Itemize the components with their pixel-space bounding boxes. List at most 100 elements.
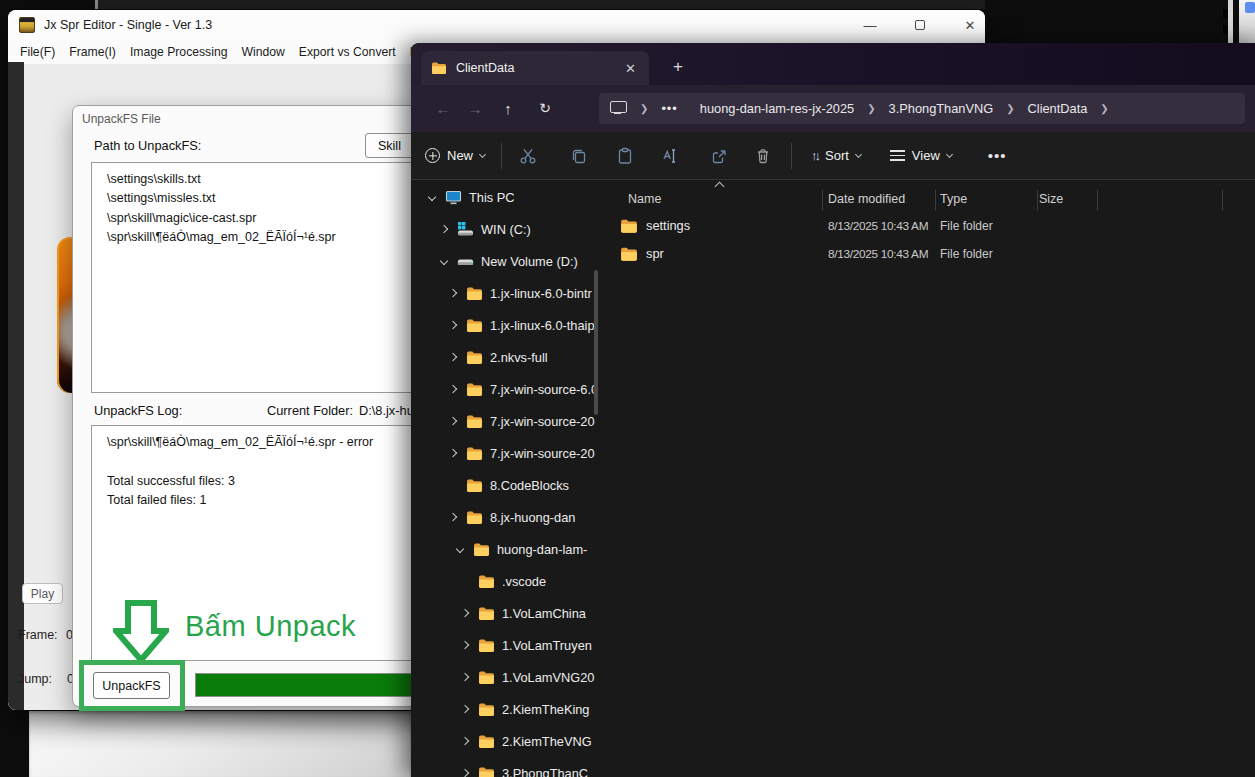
play-button[interactable]: Play — [22, 583, 63, 604]
jx-app-icon — [19, 17, 35, 33]
sidebar-item-label: 2.KiemTheKing — [502, 702, 590, 717]
chevron-right-icon[interactable] — [449, 385, 457, 393]
folder-icon — [478, 669, 495, 686]
desktop-top-strip — [97, 0, 985, 9]
chevron-down-icon[interactable] — [440, 257, 448, 265]
sidebar-item-2-kiemtheking[interactable]: 2.KiemTheKing — [411, 693, 604, 725]
sidebar-item-8-jx-huong-dan[interactable]: 8.jx-huong-dan — [411, 501, 604, 533]
sidebar-item-7-jx-win-source-6-0[interactable]: 7.jx-win-source-6.0 — [411, 373, 604, 405]
chevron-right-icon[interactable] — [449, 321, 457, 329]
sidebar-item-7-jx-win-source-20[interactable]: 7.jx-win-source-20 — [411, 437, 604, 469]
column-name[interactable]: Name — [628, 192, 661, 206]
menu-item[interactable]: Image Processing — [123, 45, 235, 59]
sidebar-item-3-phongthanc[interactable]: 3.PhongThanC — [411, 757, 604, 777]
sidebar-item-new-volume-d-[interactable]: New Volume (D:) — [411, 245, 604, 277]
chevron-right-icon[interactable] — [449, 417, 457, 425]
dialog-title: UnpackFS File — [82, 112, 161, 126]
rename-icon[interactable] — [659, 146, 679, 166]
chevron-right-icon[interactable] — [461, 609, 469, 617]
path-list-textarea[interactable]: \settings\skills.txt\settings\missles.tx… — [91, 162, 427, 393]
share-icon[interactable] — [709, 146, 729, 166]
pc-icon — [445, 189, 462, 206]
text-line: \spr\skill\magic\ice-cast.spr — [107, 209, 411, 228]
view-icon — [890, 150, 905, 160]
column-date[interactable]: Date modified — [828, 192, 905, 206]
menu-item[interactable]: Window — [234, 45, 291, 59]
refresh-button[interactable]: ↻ — [534, 97, 556, 119]
cut-icon[interactable] — [518, 146, 538, 166]
sidebar-item-huong-dan-lam-[interactable]: huong-dan-lam- — [411, 533, 604, 565]
back-button[interactable]: ← — [432, 97, 454, 119]
sidebar-item-1-jx-linux-6-0-bintr[interactable]: 1.jx-linux-6.0-bintr — [411, 277, 604, 309]
copy-icon[interactable] — [569, 146, 589, 166]
sidebar-item-win-c-[interactable]: WIN (C:) — [411, 213, 604, 245]
sidebar-item-label: 2.nkvs-full — [490, 350, 548, 365]
chevron-right-icon[interactable] — [449, 353, 457, 361]
chevron-right-icon[interactable] — [461, 673, 469, 681]
sidebar-item-2-nkvs-full[interactable]: 2.nkvs-full — [411, 341, 604, 373]
chevron-down-icon[interactable] — [428, 193, 436, 201]
sidebar-item-label: 3.PhongThanC — [502, 766, 588, 777]
sidebar-item-8-codeblocks[interactable]: 8.CodeBlocks — [411, 469, 604, 501]
explorer-file-pane: Name Date modified Type Size settings8/1… — [604, 180, 1255, 777]
column-header-row: Name Date modified Type Size — [604, 183, 1255, 211]
breadcrumb-item[interactable]: 3.PhongThanVNG — [889, 101, 994, 116]
menu-item[interactable]: Frame(I) — [62, 45, 123, 59]
tab-close-icon[interactable]: ✕ — [622, 61, 639, 76]
breadcrumb-chevron-icon: ❯ — [993, 103, 1027, 114]
folder-icon — [466, 285, 483, 302]
breadcrumb-item[interactable]: huong-dan-lam-res-jx-2025 — [700, 101, 854, 116]
file-row[interactable]: settings8/13/2025 10:43 AMFile folder — [604, 212, 1255, 240]
plus-icon — [425, 148, 440, 163]
minimize-button[interactable]: — — [848, 10, 892, 40]
menu-item[interactable]: File(F) — [13, 45, 62, 59]
chevron-right-icon[interactable] — [461, 737, 469, 745]
chevron-right-icon[interactable] — [449, 449, 457, 457]
new-tab-button[interactable]: + — [664, 53, 692, 81]
breadcrumb-bar[interactable]: ❯ ••• huong-dan-lam-res-jx-2025❯3.PhongT… — [599, 93, 1245, 124]
chevron-right-icon[interactable] — [449, 289, 457, 297]
jx-titlebar: Jx Spr Editor - Single - Ver 1.3 — ✕ — [8, 10, 985, 40]
sidebar-item-label: 1.VoLamChina — [502, 606, 586, 621]
chevron-right-icon[interactable] — [449, 513, 457, 521]
folder-icon — [620, 217, 638, 235]
column-type[interactable]: Type — [940, 192, 967, 206]
sidebar-item-1-volamchina[interactable]: 1.VoLamChina — [411, 597, 604, 629]
breadcrumb-item[interactable]: ClientData — [1028, 101, 1088, 116]
jump-label: Jump: — [18, 672, 52, 686]
breadcrumb-ellipsis[interactable]: ••• — [661, 101, 677, 116]
more-options-button[interactable]: ••• — [988, 147, 1007, 164]
breadcrumb-chevron-icon: ❯ — [854, 103, 888, 114]
sort-button[interactable]: ↑↓ Sort — [811, 148, 861, 163]
sidebar-item-1-volamtruyen[interactable]: 1.VoLamTruyen — [411, 629, 604, 661]
sidebar-item-7-jx-win-source-20[interactable]: 7.jx-win-source-20 — [411, 405, 604, 437]
paste-icon[interactable] — [615, 146, 635, 166]
chevron-right-icon[interactable] — [461, 705, 469, 713]
maximize-button[interactable] — [898, 10, 942, 40]
unpackfs-button[interactable]: UnpackFS — [93, 672, 170, 699]
menu-item[interactable]: Export vs Convert — [292, 45, 403, 59]
forward-button[interactable]: → — [464, 97, 486, 119]
sidebar-item-label: 2.KiemTheVNG — [502, 734, 592, 749]
green-arrow-annotation — [113, 600, 169, 664]
sidebar-item-this-pc[interactable]: This PC — [411, 181, 604, 213]
sidebar-item--vscode[interactable]: .vscode — [411, 565, 604, 597]
sidebar-item-2-kiemthevng[interactable]: 2.KiemTheVNG — [411, 725, 604, 757]
up-button[interactable]: ↑ — [497, 97, 519, 119]
file-row[interactable]: spr8/13/2025 10:43 AMFile folder — [604, 240, 1255, 268]
sidebar-item-1-volamvng20[interactable]: 1.VoLamVNG20 — [411, 661, 604, 693]
close-button[interactable]: ✕ — [948, 10, 992, 40]
chevron-down-icon[interactable] — [456, 545, 464, 553]
column-size[interactable]: Size — [1039, 192, 1063, 206]
sort-icon: ↑↓ — [811, 148, 818, 163]
chevron-right-icon[interactable] — [461, 769, 469, 777]
delete-icon[interactable] — [753, 146, 773, 166]
chevron-right-icon[interactable] — [440, 225, 448, 233]
explorer-tab[interactable]: ClientData ✕ — [421, 51, 649, 85]
view-button[interactable]: View — [890, 148, 952, 163]
new-button[interactable]: New — [425, 148, 485, 163]
sidebar-scrollbar[interactable] — [594, 270, 598, 415]
sidebar-item-1-jx-linux-6-0-thaip[interactable]: 1.jx-linux-6.0-thaip — [411, 309, 604, 341]
folder-icon — [478, 605, 495, 622]
chevron-right-icon[interactable] — [461, 641, 469, 649]
